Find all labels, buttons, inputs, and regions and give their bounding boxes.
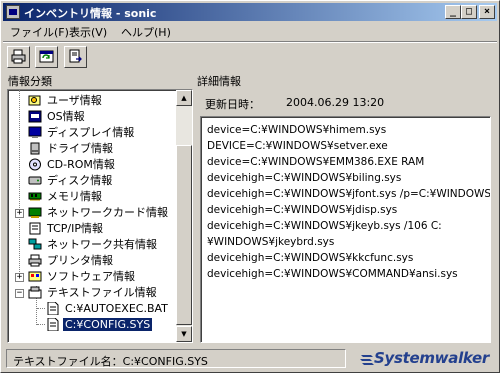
detail-line: device=C:¥WINDOWS¥himem.sys: [207, 124, 387, 136]
tree-item-software-info[interactable]: + ソフトウェア情報: [8, 269, 176, 285]
detail-line: devicehigh=C:¥WINDOWS¥COMMAND¥ansi.sys: [207, 268, 458, 280]
detail-content[interactable]: device=C:¥WINDOWS¥himem.sys DEVICE=C:¥WI…: [200, 116, 491, 343]
detail-line: ¥WINDOWS¥jkeybrd.sys: [207, 236, 335, 248]
tree-item-label: メモリ情報: [47, 190, 102, 203]
tree-item-label: C:¥AUTOEXEC.BAT: [65, 302, 168, 315]
display-icon: [28, 126, 42, 139]
update-date-label: 更新日時：: [205, 98, 260, 111]
export-button[interactable]: [64, 46, 87, 68]
tree-item-config-sys[interactable]: C:¥CONFIG.SYS: [8, 317, 176, 333]
detail-label: 詳細情報: [197, 75, 241, 88]
network-card-icon: [28, 206, 42, 219]
update-date-value: 2004.06.29 13:20: [286, 96, 385, 109]
tree-item-display-info[interactable]: ディスプレイ情報: [8, 125, 176, 141]
tree-item-user-info[interactable]: ユーザ情報: [8, 93, 176, 109]
window-title: インベントリ情報 - sonic: [24, 7, 157, 20]
print-icon: [11, 49, 26, 64]
expand-toggle[interactable]: +: [15, 209, 24, 218]
tree-item-network-share-info[interactable]: ネットワーク共有情報: [8, 237, 176, 253]
detail-line: device=C:¥WINDOWS¥EMM386.EXE RAM: [207, 156, 425, 168]
disk-icon: [28, 174, 42, 187]
detail-line: devicehigh=C:¥WINDOWS¥biling.sys: [207, 172, 402, 184]
tree-item-label: ユーザ情報: [47, 94, 102, 107]
tree-item-text-file-info[interactable]: − テキストファイル情報: [8, 285, 176, 301]
tree-item-os-info[interactable]: OS情報: [8, 109, 176, 125]
detail-line: devicehigh=C:¥WINDOWS¥jfont.sys /p=C:¥WI…: [207, 188, 491, 200]
memory-icon: [28, 190, 42, 203]
menu-file[interactable]: ファイル(F): [10, 24, 69, 40]
tree-item-printer-info[interactable]: プリンタ情報: [8, 253, 176, 269]
maximize-button[interactable]: □: [461, 5, 477, 19]
toolbar-separator: [3, 41, 497, 43]
logo-mark-icon: [360, 355, 374, 365]
tree-item-memory-info[interactable]: メモリ情報: [8, 189, 176, 205]
minimize-button[interactable]: _: [445, 5, 461, 19]
refresh-icon: [39, 50, 54, 63]
detail-line: devicehigh=C:¥WINDOWS¥jkeyb.sys /106 C:: [207, 220, 442, 232]
scroll-thumb[interactable]: [176, 145, 192, 325]
tree-item-label-selected: C:¥CONFIG.SYS: [61, 317, 154, 332]
tree-item-cdrom-info[interactable]: CD-ROM情報: [8, 157, 176, 173]
network-share-icon: [28, 238, 42, 251]
menu-view[interactable]: 表示(V): [69, 24, 107, 40]
user-info-icon: [28, 94, 42, 107]
export-icon: [69, 49, 82, 63]
tree-item-label: ディスク情報: [47, 174, 113, 187]
tree-item-label: ネットワークカード情報: [47, 206, 168, 219]
collapse-toggle[interactable]: −: [15, 289, 24, 298]
update-date-row: 更新日時： 2004.06.29 13:20: [198, 92, 491, 112]
systemwalker-logo: Systemwalker: [359, 348, 493, 369]
status-text: テキストファイル名：C:¥CONFIG.SYS: [6, 349, 346, 368]
tree-item-label: ネットワーク共有情報: [47, 238, 157, 251]
category-label: 情報分類: [8, 75, 52, 88]
text-file-icon: [28, 286, 42, 299]
status-bar: テキストファイル名：C:¥CONFIG.SYS Systemwalker: [3, 347, 497, 371]
title-bar[interactable]: インベントリ情報 - sonic _ □ ×: [3, 3, 497, 21]
software-icon: [28, 270, 42, 283]
close-button[interactable]: ×: [479, 5, 495, 19]
os-icon: [28, 110, 42, 123]
brand-name: Systemwalker: [374, 349, 490, 367]
tree-item-label: テキストファイル情報: [47, 286, 157, 299]
scroll-up-button[interactable]: ▲: [176, 90, 192, 106]
document-icon: [46, 301, 60, 316]
print-button[interactable]: [7, 46, 30, 68]
tree-scrollbar[interactable]: ▲ ▼: [176, 90, 192, 342]
tcpip-icon: [28, 222, 42, 235]
menu-help[interactable]: ヘルプ(H): [121, 24, 171, 40]
drive-icon: [28, 142, 42, 155]
tree-item-label: プリンタ情報: [47, 254, 113, 267]
expand-toggle[interactable]: +: [15, 273, 24, 282]
detail-line: DEVICE=C:¥WINDOWS¥setver.exe: [207, 140, 388, 152]
cdrom-icon: [28, 158, 42, 171]
printer-icon: [28, 254, 42, 267]
tree-item-label: ディスプレイ情報: [47, 126, 135, 139]
tree-item-network-card-info[interactable]: + ネットワークカード情報: [8, 205, 176, 221]
document-icon: [46, 317, 60, 332]
refresh-button[interactable]: [35, 46, 58, 68]
detail-line: devicehigh=C:¥WINDOWS¥kkcfunc.sys: [207, 252, 414, 264]
tree-item-label: CD-ROM情報: [47, 158, 115, 171]
scroll-down-button[interactable]: ▼: [176, 326, 192, 342]
app-window: インベントリ情報 - sonic _ □ × ファイル(F) 表示(V) ヘルプ…: [0, 0, 500, 373]
tree-item-label: TCP/IP情報: [47, 222, 103, 235]
tree-item-drive-info[interactable]: ドライブ情報: [8, 141, 176, 157]
tree-item-label: ソフトウェア情報: [47, 270, 135, 283]
app-icon[interactable]: [6, 5, 20, 19]
detail-line: devicehigh=C:¥WINDOWS¥jdisp.sys: [207, 204, 398, 216]
tree-item-label: ドライブ情報: [47, 142, 113, 155]
menu-bar: ファイル(F) 表示(V) ヘルプ(H): [3, 22, 497, 40]
tree-item-label: OS情報: [47, 110, 85, 123]
tree-item-tcpip-info[interactable]: TCP/IP情報: [8, 221, 176, 237]
tree-item-autoexec-bat[interactable]: C:¥AUTOEXEC.BAT: [8, 301, 176, 317]
tree-item-disk-info[interactable]: ディスク情報: [8, 173, 176, 189]
category-tree[interactable]: ユーザ情報 OS情報 ディスプレイ情報 ドライブ情報 CD-ROM情報 ディスク…: [7, 89, 193, 343]
